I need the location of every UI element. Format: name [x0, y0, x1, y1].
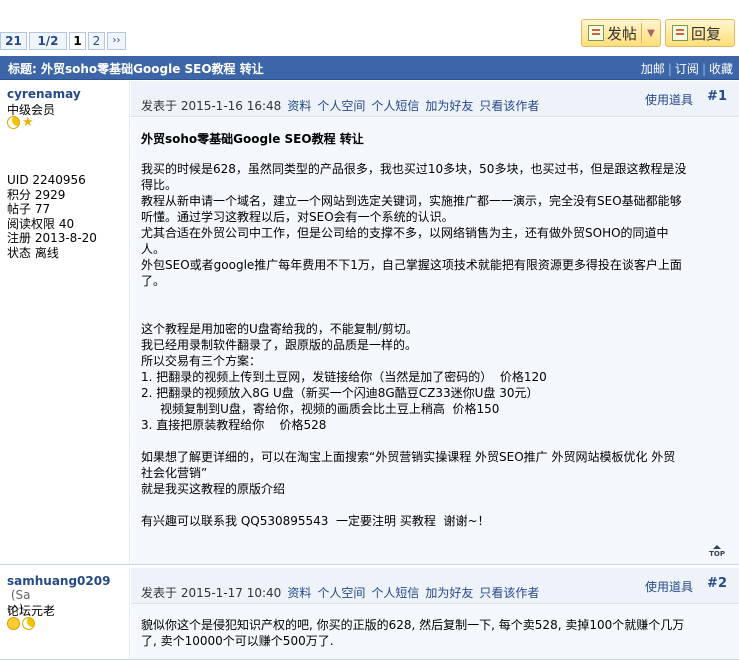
author-username[interactable]: samhuang0209 [7, 574, 110, 588]
post-date: 发表于 2015-1-16 16:48 [141, 99, 282, 113]
pagination: 21 1/2 1 2 ›› [0, 32, 128, 50]
link-only-author[interactable]: 只看该作者 [479, 99, 539, 113]
post-content: 貌似你这个是侵犯知识产权的吧, 你买的正版的628, 然后复制一下, 每个卖52… [131, 605, 739, 659]
page-total: 21 [0, 32, 27, 50]
thread-title: 标题: 外贸soho零基础Google SEO教程 转让 [8, 62, 264, 76]
post-body: 我买的时候是628，虽然同类型的产品很多，我也买过10多块，50多块，也买过书，… [141, 162, 687, 528]
new-post-label: 发帖 [607, 24, 638, 43]
page-current: 1 [69, 32, 86, 50]
new-post-button[interactable]: 发帖 ▼ [581, 19, 661, 47]
button-divider [641, 23, 643, 43]
post-meta: 发表于 2015-1-16 16:48 资料 个人空间 个人短信 加为好友 只看该作者 使… [131, 81, 739, 117]
action-favorite[interactable]: 收藏 [709, 62, 733, 76]
post-body: 貌似你这个是侵犯知识产权的吧, 你买的正版的628, 然后复制一下, 每个卖52… [141, 618, 685, 648]
star-icon: ★ [22, 115, 34, 130]
top-label: TOP [709, 550, 725, 558]
divider: | [667, 62, 672, 76]
sun-icon [7, 617, 20, 630]
page-link-2[interactable]: 2 [88, 32, 105, 50]
divider: | [701, 62, 706, 76]
link-space[interactable]: 个人空间 [317, 586, 365, 600]
chevron-down-icon[interactable]: ▼ [644, 28, 658, 39]
floor-number[interactable]: #1 [707, 89, 727, 104]
rank-icons [7, 617, 35, 630]
link-add-friend[interactable]: 加为好友 [425, 99, 473, 113]
moon-icon [22, 617, 35, 630]
back-to-top-icon[interactable]: TOP [709, 545, 725, 558]
stat-status: 状态 离线 [7, 245, 59, 260]
post-meta-line: 发表于 2015-1-16 16:48 资料 个人空间 个人短信 加为好友 只看该作者 [141, 97, 545, 114]
author-username[interactable]: cyrenamay [7, 87, 81, 101]
stat-uid: UID 2240956 [7, 173, 86, 187]
post-date: 发表于 2015-1-17 10:40 [141, 586, 282, 600]
action-add-mail[interactable]: 加邮 [641, 62, 665, 76]
thread-actions: 加邮 | 订阅 | 收藏 [641, 60, 733, 77]
link-space[interactable]: 个人空间 [317, 99, 365, 113]
link-message[interactable]: 个人短信 [371, 586, 419, 600]
author-sidebar: cyrenamay 中级会员 ★ UID 2240956 积分 2929 帖子 … [0, 81, 130, 564]
link-profile[interactable]: 资料 [287, 586, 311, 600]
author-name[interactable]: cyrenamay [7, 87, 81, 101]
moon-icon [7, 116, 20, 129]
arrow-up-icon [713, 545, 722, 549]
reply-button[interactable]: 回复 [665, 19, 735, 47]
use-item-link[interactable]: 使用道具 [645, 578, 693, 595]
stat-registered: 注册 2013-8-20 [7, 231, 97, 245]
page-fraction: 1/2 [29, 32, 67, 50]
post-content: 外贸soho零基础Google SEO教程 转让 我买的时候是628，虽然同类型… [131, 118, 739, 564]
post-meta-line: 发表于 2015-1-17 10:40 资料 个人空间 个人短信 加为好友 只看该作者 [141, 584, 545, 601]
post-1: cyrenamay 中级会员 ★ UID 2240956 积分 2929 帖子 … [0, 81, 739, 565]
post-main: 发表于 2015-1-17 10:40 资料 个人空间 个人短信 加为好友 只看该作者 使… [131, 568, 739, 659]
link-add-friend[interactable]: 加为好友 [425, 586, 473, 600]
reply-icon [672, 25, 688, 41]
stat-points: 积分 2929 [7, 187, 66, 202]
thread-title-bar: 标题: 外贸soho零基础Google SEO教程 转让 加邮 | 订阅 | 收藏 [0, 56, 739, 80]
use-item-link[interactable]: 使用道具 [645, 91, 693, 108]
post-title: 外贸soho零基础Google SEO教程 转让 [141, 132, 364, 146]
post-2: samhuang0209 (Sa m) 论坛元老 发表于 2015-1-17 1… [0, 568, 739, 660]
link-message[interactable]: 个人短信 [371, 99, 419, 113]
action-subscribe[interactable]: 订阅 [675, 62, 699, 76]
post-main: 发表于 2015-1-16 16:48 资料 个人空间 个人短信 加为好友 只看该作者 使… [131, 81, 739, 564]
author-stats: UID 2240956 积分 2929 帖子 77 阅读权限 40 注册 201… [7, 173, 97, 260]
link-only-author[interactable]: 只看该作者 [479, 586, 539, 600]
rank-icons: ★ [7, 116, 35, 129]
stat-posts: 帖子 77 [7, 202, 51, 216]
floor-number[interactable]: #2 [707, 576, 727, 591]
author-sidebar: samhuang0209 (Sa m) 论坛元老 [0, 568, 130, 659]
post-meta: 发表于 2015-1-17 10:40 资料 个人空间 个人短信 加为好友 只看该作者 使… [131, 568, 739, 604]
link-profile[interactable]: 资料 [287, 99, 311, 113]
page-next-button[interactable]: ›› [107, 32, 126, 50]
stat-permission: 阅读权限 40 [7, 216, 75, 231]
reply-label: 回复 [691, 24, 722, 43]
edit-icon [588, 25, 604, 41]
